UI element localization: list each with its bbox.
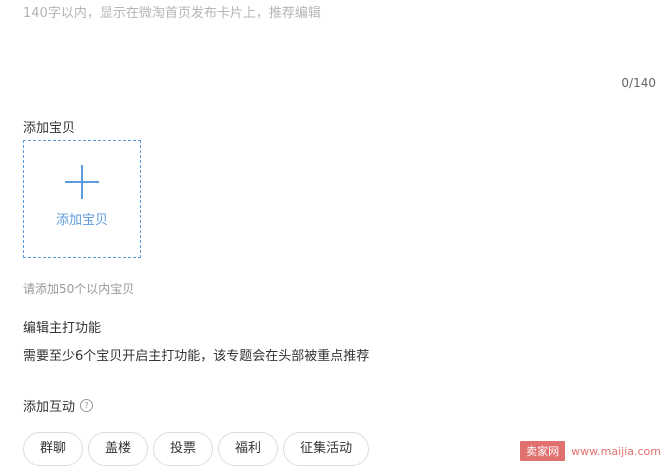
- add-item-button-label: 添加宝贝: [55, 212, 108, 228]
- tag-campaign[interactable]: 征集活动: [283, 432, 370, 466]
- feature-label: 编辑主打功能: [23, 321, 102, 336]
- tag-group-chat[interactable]: 群聊: [23, 432, 84, 466]
- char-counter: 0/140: [621, 76, 656, 90]
- watermark: 卖家网 www.maijia.com: [520, 441, 661, 461]
- tag-benefit[interactable]: 福利: [218, 432, 279, 466]
- plus-icon: [65, 164, 99, 199]
- add-item-label: 添加宝贝: [23, 121, 76, 136]
- tag-thread[interactable]: 盖楼: [88, 432, 149, 466]
- interaction-tag-list: 群聊 盖楼 投票 福利 征集活动: [23, 432, 374, 466]
- help-icon[interactable]: ?: [80, 399, 94, 412]
- add-item-hint: 请添加50个以内宝贝: [23, 282, 135, 296]
- add-item-button[interactable]: 添加宝贝: [23, 140, 141, 258]
- interaction-label-text: 添加互动: [23, 400, 76, 415]
- feature-description: 需要至少6个宝贝开启主打功能，该专题会在头部被重点推荐: [23, 349, 370, 364]
- tag-vote[interactable]: 投票: [153, 432, 214, 466]
- watermark-badge: 卖家网: [520, 441, 566, 461]
- interaction-label: 添加互动 ?: [23, 396, 94, 415]
- description-placeholder[interactable]: 140字以内，显示在微淘首页发布卡片上，推荐编辑: [23, 2, 321, 21]
- watermark-url: www.maijia.com: [571, 444, 661, 458]
